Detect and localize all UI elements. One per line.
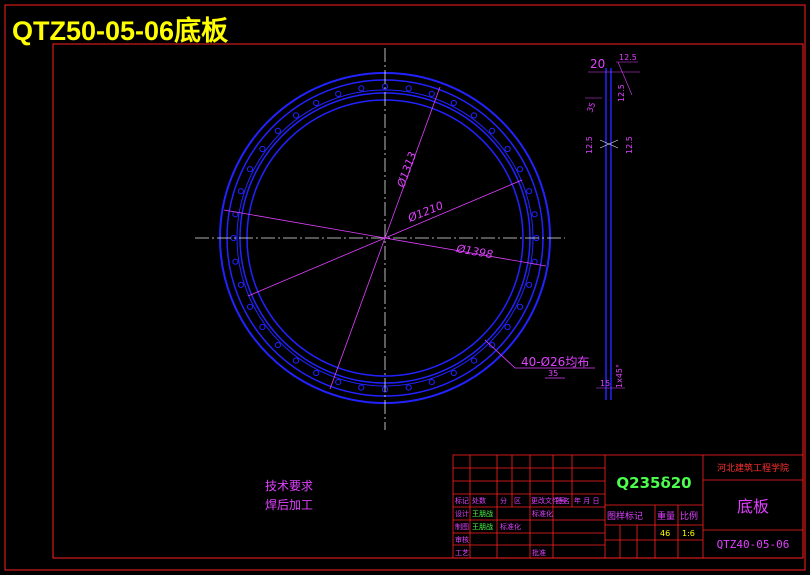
bolt-hole — [335, 379, 342, 386]
bolt-hole — [292, 357, 300, 364]
side-dim-arrow: 15 — [600, 379, 610, 388]
cad-drawing: QTZ50-05-06底板 Ø1313 Ø1210 Ø1398 40-Ø26均布… — [4, 4, 806, 571]
tb-header-date: 年 月 日 — [574, 496, 599, 505]
notes-line1: 焊后加工 — [265, 497, 313, 512]
side-dim-mid-r: 12.5 — [625, 136, 634, 154]
plate-top-view: Ø1313 Ø1210 Ø1398 40-Ø26均布 35 — [195, 48, 595, 430]
tb-weight-value: 46 — [660, 529, 670, 538]
tb-header-part: 分 — [500, 496, 507, 505]
dim-d1398: Ø1398 — [454, 242, 493, 261]
tb-code: QTZ40-05-06 — [717, 538, 790, 551]
bolt-hole — [470, 112, 478, 119]
side-dim-top-a: 12.5 — [617, 84, 626, 102]
bolt-hole — [259, 145, 266, 153]
tb-header-zone: 区 — [514, 497, 521, 505]
bolt-hole — [405, 384, 412, 391]
bolt-hole — [516, 166, 524, 173]
drawing-title: QTZ50-05-06底板 — [12, 15, 228, 46]
bolt-hole — [504, 323, 511, 331]
tb-header-sign: 签名 — [556, 496, 570, 505]
dim-holes: 40-Ø26均布 — [521, 355, 589, 369]
tb-row-draw-extra: 标准化 — [500, 522, 521, 531]
bolt-hole — [292, 112, 300, 119]
bolt-hole — [526, 188, 533, 195]
dim-holes-sub: 35 — [548, 369, 558, 378]
bolt-hole — [274, 342, 281, 349]
tb-material: Q235δ20 — [616, 474, 691, 492]
tb-school: 河北建筑工程学院 — [717, 462, 789, 474]
notes-heading: 技术要求 — [265, 479, 313, 493]
bolt-hole — [358, 384, 365, 391]
tb-row-approve-label: 批准 — [532, 548, 546, 557]
bolt-hole — [526, 281, 533, 288]
tb-row-design-label: 设计 — [455, 509, 469, 518]
tb-row-std-label: 标准化 — [532, 509, 553, 518]
bolt-hole — [428, 379, 435, 386]
tb-stage-label: 图样标记 — [607, 510, 643, 522]
tb-part-name: 底板 — [737, 497, 769, 516]
side-dim-12-5: 12.5 — [619, 53, 637, 62]
bolt-hole — [237, 188, 244, 195]
tb-row-check-label: 审核 — [455, 535, 469, 544]
bolt-hole — [313, 99, 320, 107]
bolt-hole — [516, 303, 524, 310]
tb-scale-label: 比例 — [680, 510, 698, 522]
bolt-hole — [313, 369, 320, 377]
tb-row-draw-name: 王朋战 — [472, 522, 493, 531]
bolt-hole — [246, 303, 254, 310]
side-dim-20: 20 — [590, 57, 605, 71]
bolt-hole — [274, 127, 281, 134]
tb-row-draw-label: 制图 — [455, 522, 469, 531]
bolt-hole — [531, 211, 538, 218]
bolt-hole — [237, 281, 244, 288]
bolt-hole — [504, 145, 511, 153]
bolt-hole — [246, 166, 254, 173]
side-dim-bottom: 1x45° — [615, 364, 624, 388]
tb-weight-label: 重量 — [657, 510, 675, 522]
side-dim-top-b: 35 — [585, 101, 597, 114]
tb-scale-value: 1:6 — [682, 529, 695, 538]
bolt-hole — [232, 258, 239, 265]
bolt-hole — [358, 85, 365, 92]
bolt-hole — [470, 357, 478, 364]
bolt-hole — [259, 323, 266, 331]
bolt-hole — [335, 90, 342, 98]
bolt-hole — [405, 85, 412, 92]
tb-header-mark: 标记 — [455, 496, 469, 505]
side-dim-mid-l: 12.5 — [585, 136, 594, 154]
tb-row-process-label: 工艺 — [455, 549, 469, 557]
bolt-hole — [428, 90, 435, 98]
tb-header-count: 处数 — [472, 496, 486, 505]
bolt-hole — [489, 127, 496, 134]
dim-d1313: Ø1313 — [394, 150, 419, 190]
plate-side-view: 20 12.5 12.5 35 12.5 12.5 1x45° 15 — [585, 53, 640, 400]
bolt-hole — [450, 369, 457, 377]
bolt-hole — [450, 99, 457, 107]
tb-row-design-name: 王朋战 — [472, 509, 493, 518]
